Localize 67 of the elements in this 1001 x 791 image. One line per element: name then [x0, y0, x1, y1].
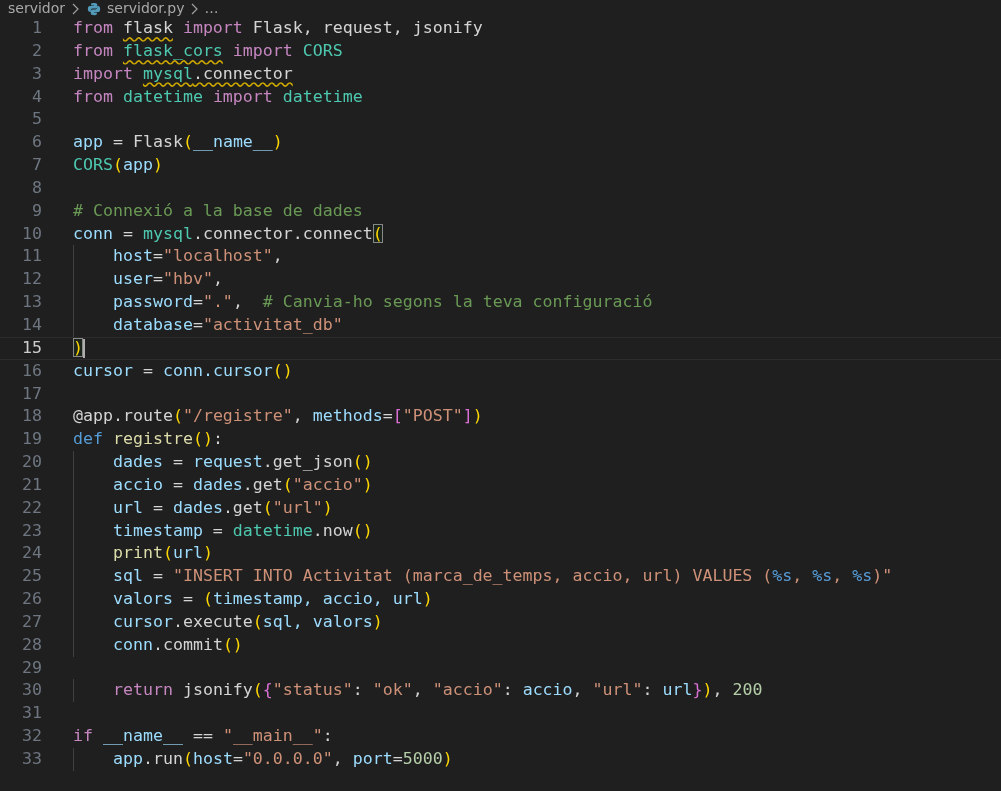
line-number: 4 [31, 85, 42, 108]
code-line: from datetime import datetime [73, 85, 363, 108]
line-number: 6 [31, 131, 42, 154]
line-number: 33 [21, 748, 42, 770]
code-line: return jsonify({"status": "ok", "accio": accio, "url": url}), 200 [111, 679, 763, 702]
line-number: 23 [21, 519, 42, 542]
line-number: 10 [21, 222, 42, 245]
code-line: dades = request.get_json() [111, 451, 373, 474]
line-number: 15 [21, 337, 42, 359]
code-line: import mysql.connector [73, 62, 293, 85]
line-number: 8 [31, 176, 42, 199]
code-line: accio = dades.get("accio") [111, 473, 373, 496]
code-line: @app.route("/registre", methods=["POST"]) [73, 405, 483, 428]
code-line: password=".", # Canvia-ho segons la teva configuració [111, 291, 653, 314]
line-number: 11 [21, 245, 42, 268]
line-number: 17 [21, 382, 42, 405]
code-line: if __name__ == "__main__": [73, 725, 333, 748]
line-number: 1 [31, 17, 42, 39]
line-number: 29 [21, 656, 42, 679]
line-number: 7 [31, 154, 42, 177]
line-number: 16 [21, 359, 42, 382]
code-line: print(url) [111, 542, 213, 565]
chevron-icon [71, 2, 80, 15]
line-number: 31 [21, 702, 42, 725]
chevron-icon [190, 2, 199, 15]
line-number: 22 [21, 496, 42, 519]
code-line: valors = (timestamp, accio, url) [111, 588, 433, 611]
line-number: 14 [21, 313, 42, 336]
breadcrumb-file[interactable]: servidor.py [107, 0, 185, 17]
code-line: conn.commit() [111, 633, 243, 656]
line-number: 12 [21, 268, 42, 291]
line-number: 32 [21, 725, 42, 748]
code-line: database="activitat_db" [111, 313, 343, 336]
text-cursor [83, 338, 85, 358]
line-number: 18 [21, 405, 42, 428]
code-line: app.run(host="0.0.0.0", port=5000) [111, 748, 453, 770]
line-number: 27 [21, 610, 42, 633]
line-number: 2 [31, 39, 42, 62]
code-line: app = Flask(__name__) [73, 131, 283, 154]
code-line: from flask_cors import CORS [73, 39, 343, 62]
line-number: 26 [21, 588, 42, 611]
code-line: conn = mysql.connector.connect( [73, 222, 383, 245]
line-number: 24 [21, 542, 42, 565]
line-number: 25 [21, 565, 42, 588]
code-line: def registre(): [73, 428, 223, 451]
line-number: 3 [31, 62, 42, 85]
line-number: 28 [21, 633, 42, 656]
code-line: timestamp = datetime.now() [111, 519, 373, 542]
code-line: host="localhost", [111, 245, 283, 268]
code-line: cursor.execute(sql, valors) [111, 610, 383, 633]
python-file-icon [87, 1, 102, 16]
line-number: 19 [21, 428, 42, 451]
code-line: CORS(app) [73, 154, 163, 177]
code-line: sql = "INSERT INTO Activitat (marca_de_temps, accio, url) VALUES (%s, %s, %s)" [111, 565, 893, 588]
code-line: from flask import Flask, request, jsonify [73, 17, 483, 39]
line-number: 30 [21, 679, 42, 702]
code-line: # Connexió a la base de dades [73, 199, 363, 222]
line-number: 13 [21, 291, 42, 314]
breadcrumb-folder[interactable]: servidor [8, 0, 66, 17]
line-number: 5 [31, 108, 42, 131]
breadcrumb-more[interactable]: … [204, 0, 219, 17]
line-number: 20 [21, 451, 42, 474]
code-line: url = dades.get("url") [111, 496, 333, 519]
code-line: cursor = conn.cursor() [73, 359, 293, 382]
line-number: 9 [31, 199, 42, 222]
code-line: user="hbv", [111, 268, 223, 291]
line-number: 21 [21, 473, 42, 496]
